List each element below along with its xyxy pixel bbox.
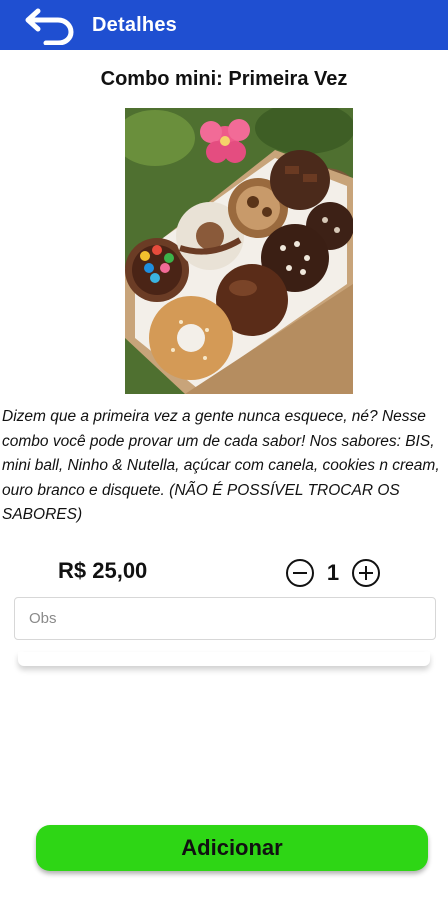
app-bar: Detalhes [0,0,448,50]
donut-box-illustration [125,108,353,394]
quantity-stepper: 1 [285,558,381,588]
product-title: Combo mini: Primeira Vez [100,68,348,90]
back-button[interactable] [22,0,78,50]
minus-circle-icon[interactable] [285,558,315,588]
obs-input[interactable] [14,597,436,640]
product-description: Dizem que a primeira vez a gente nunca e… [2,408,440,523]
page-title: Detalhes [92,13,177,36]
card-divider [18,652,430,666]
back-arrow-icon [25,8,74,45]
plus-circle-icon[interactable] [351,558,381,588]
add-button[interactable]: Adicionar [36,825,428,871]
product-image [125,108,353,394]
product-price: R$ 25,00 [58,558,148,583]
quantity-value: 1 [326,560,340,585]
